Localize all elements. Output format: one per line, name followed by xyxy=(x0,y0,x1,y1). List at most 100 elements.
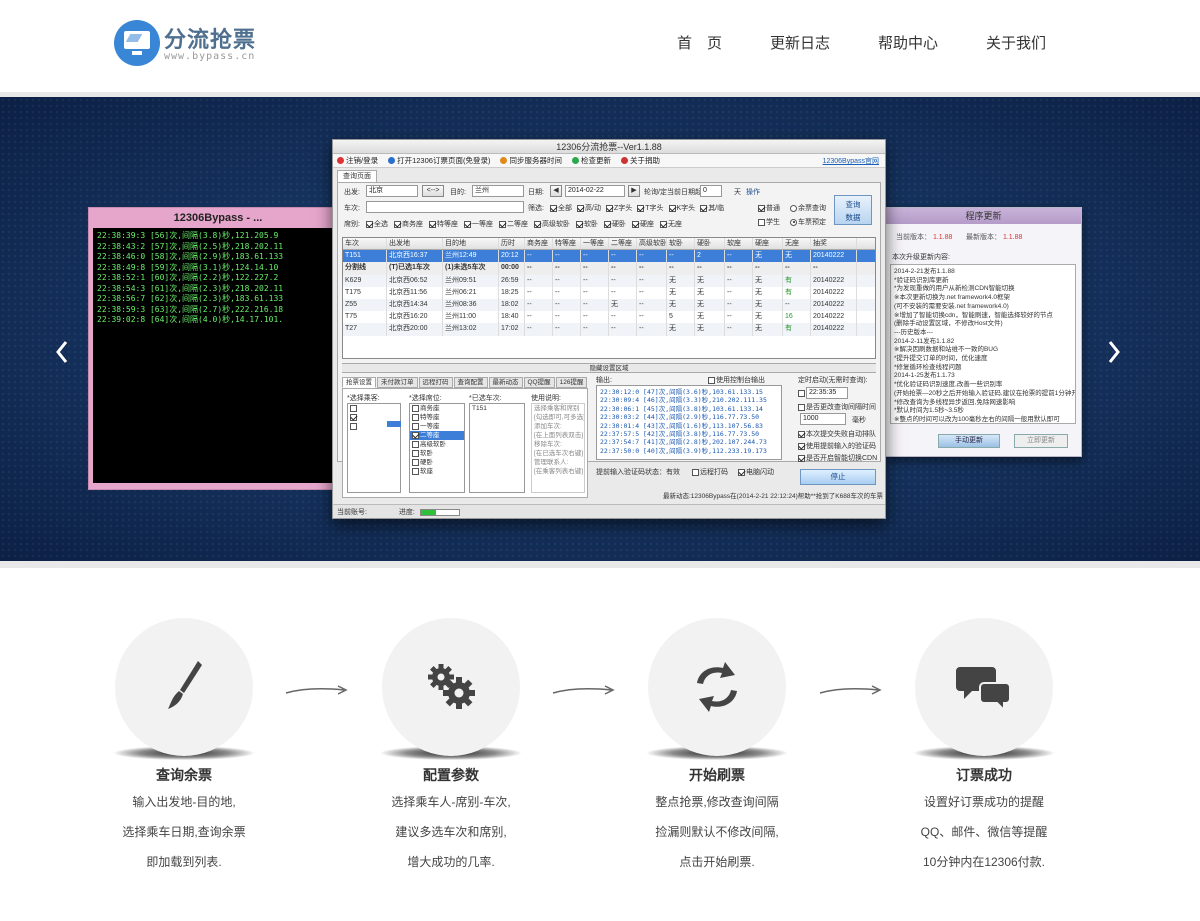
settings-tab[interactable]: 远程打码 xyxy=(418,377,453,388)
nav-home[interactable]: 首 页 xyxy=(677,32,722,53)
table-row[interactable]: T151 北京西16:37 兰州12:49 20:12 -- -- -- -- -- -- 2 -- 无… xyxy=(343,250,875,263)
checkbox[interactable] xyxy=(692,468,699,476)
seat-option[interactable]: 一等座 xyxy=(464,219,493,229)
seat-option[interactable]: 软卧 xyxy=(576,219,598,229)
settings-tab[interactable]: 抢票设置 xyxy=(342,377,376,388)
checkbox[interactable] xyxy=(499,220,506,228)
column-header[interactable]: 硬座 xyxy=(753,238,783,250)
menu-sync-time[interactable]: 同步服务器时间 xyxy=(500,155,562,166)
manual-update-button[interactable]: 手动更新 xyxy=(938,434,1000,448)
filter-t[interactable]: T字头 xyxy=(637,203,664,213)
train-input[interactable] xyxy=(366,201,524,213)
stop-button[interactable]: 停止 xyxy=(800,469,876,485)
checkbox[interactable] xyxy=(412,467,419,475)
official-site-link[interactable]: 12306Bypass官网 xyxy=(823,156,879,166)
tab-query[interactable]: 查询页面 xyxy=(337,170,377,182)
checkbox[interactable] xyxy=(534,220,541,228)
output-log[interactable]: 22:30:12:0 [47]次,间隔(3.6)秒,103.61.133.15 2… xyxy=(596,385,782,460)
carousel-prev-button[interactable] xyxy=(50,332,74,372)
seat-option[interactable]: 高级软卧 xyxy=(534,219,570,229)
column-header[interactable]: 特等座 xyxy=(553,238,581,250)
update-now-button[interactable]: 立即更新 xyxy=(1014,434,1068,448)
seat-pick-item[interactable]: 高级软卧 xyxy=(410,440,464,449)
table-row[interactable]: 分割线 (T)已选1车次 (1)未选5车次 00:00 -- -- -- -- -- -- -- --… xyxy=(343,262,875,275)
radio[interactable] xyxy=(790,218,797,226)
seat-option[interactable]: 硬卧 xyxy=(604,219,626,229)
column-header[interactable]: 目的地 xyxy=(443,238,499,250)
console-output-option[interactable]: 使用控制台输出 xyxy=(708,375,765,385)
checkbox[interactable] xyxy=(798,442,805,450)
checkbox[interactable] xyxy=(412,413,419,421)
column-header[interactable]: 软卧 xyxy=(667,238,695,250)
filter-gd[interactable]: 高/动 xyxy=(577,203,601,213)
menu-check-update[interactable]: 检查更新 xyxy=(571,155,611,166)
mode-student[interactable]: 学生 xyxy=(758,217,780,227)
menu-donate[interactable]: 关于捐助 xyxy=(620,155,660,166)
checkbox[interactable] xyxy=(708,376,715,384)
table-row[interactable]: T175 北京西11:56 兰州06:21 18:25 -- -- -- -- -- 无无 -- 无有… xyxy=(343,286,875,299)
site-logo[interactable]: 分流抢票 www.bypass.cn xyxy=(114,20,274,68)
checkbox[interactable] xyxy=(738,468,745,476)
seat-pick-item[interactable]: 商务座 xyxy=(410,404,464,413)
seat-pick-item[interactable]: 一等座 xyxy=(410,422,464,431)
passenger-item[interactable] xyxy=(348,404,400,413)
checkbox[interactable] xyxy=(632,220,639,228)
checkbox[interactable] xyxy=(412,440,419,448)
column-header[interactable]: 出发地 xyxy=(387,238,443,250)
table-row[interactable]: K629 北京西06:52 兰州09:51 26:59 -- -- -- -- -- 无无 -- 无有… xyxy=(343,274,875,287)
poll-input[interactable]: 0 xyxy=(700,185,722,197)
nav-help[interactable]: 帮助中心 xyxy=(878,32,938,53)
date-input[interactable]: 2014-02-22 xyxy=(565,185,625,197)
checkbox[interactable] xyxy=(758,204,765,212)
checkbox[interactable] xyxy=(412,449,419,457)
checkbox[interactable] xyxy=(429,220,436,228)
seat-option[interactable]: 二等座 xyxy=(499,219,528,229)
picked-train[interactable]: T151 xyxy=(470,404,524,413)
seat-option[interactable]: 无座 xyxy=(660,219,682,229)
from-input[interactable]: 北京 xyxy=(366,185,418,197)
checkbox[interactable] xyxy=(350,422,357,430)
checkbox[interactable] xyxy=(394,220,401,228)
checkbox[interactable] xyxy=(577,204,584,212)
filter-k[interactable]: K字头 xyxy=(668,203,695,213)
menu-login[interactable]: 注销/登录 xyxy=(337,155,378,166)
column-header[interactable]: 历时 xyxy=(499,238,525,250)
column-header[interactable]: 无座 xyxy=(783,238,811,250)
seat-option[interactable]: 全选 xyxy=(366,219,388,229)
preinput-captcha-option[interactable]: 使用提前输入的验证码 xyxy=(798,441,876,451)
column-header[interactable]: 二等座 xyxy=(609,238,637,250)
interval-input[interactable]: 1000 xyxy=(800,413,846,425)
checkbox[interactable] xyxy=(412,404,419,412)
checkbox[interactable] xyxy=(798,403,805,411)
settings-tab[interactable]: 126提醒 xyxy=(555,377,588,388)
checkbox[interactable] xyxy=(350,404,357,412)
remote-code-option[interactable]: 远程打码 xyxy=(692,467,728,477)
checkbox[interactable] xyxy=(464,220,471,228)
filter-all[interactable]: 全部 xyxy=(550,203,572,213)
nav-changelog[interactable]: 更新日志 xyxy=(770,32,830,53)
column-header[interactable]: 一等座 xyxy=(581,238,609,250)
checkbox[interactable] xyxy=(412,431,419,439)
checkbox[interactable] xyxy=(412,422,419,430)
menu-open-12306[interactable]: 打开12306订票页面(免登录) xyxy=(388,155,490,166)
column-header[interactable]: 车次 xyxy=(343,238,387,250)
pc-alert-option[interactable]: 电脑闪动 xyxy=(738,467,774,477)
to-input[interactable]: 兰州 xyxy=(472,185,524,197)
checkbox[interactable] xyxy=(350,413,357,421)
table-row[interactable]: T27 北京西20:00 兰州13:02 17:02 -- -- -- -- -- 无无 -- 无有 2… xyxy=(343,323,875,336)
swap-button[interactable]: <--> xyxy=(422,185,444,197)
checkbox[interactable] xyxy=(550,204,557,212)
checkbox[interactable] xyxy=(700,204,708,212)
action-book[interactable]: 车票预定 xyxy=(790,217,826,227)
table-row[interactable]: T75 北京西16:20 兰州11:00 18:40 -- -- -- -- -- 5 无 -- 无 16… xyxy=(343,311,875,324)
checkbox[interactable] xyxy=(412,458,419,466)
checkbox[interactable] xyxy=(668,204,676,212)
update-notes[interactable]: 2014-2-21发布1.1.88 *验证码识别库更新 *为发现重做的用户从新检测C… xyxy=(890,264,1076,424)
checkbox[interactable] xyxy=(798,454,805,462)
seat-option[interactable]: 商务座 xyxy=(394,219,423,229)
column-header[interactable]: 商务座 xyxy=(525,238,553,250)
checkbox[interactable] xyxy=(366,220,373,228)
carousel-next-button[interactable] xyxy=(1102,332,1126,372)
smart-cdn-option[interactable]: 是否开启智能切换CDN xyxy=(798,453,877,463)
filter-other[interactable]: 其/临 xyxy=(700,203,724,213)
